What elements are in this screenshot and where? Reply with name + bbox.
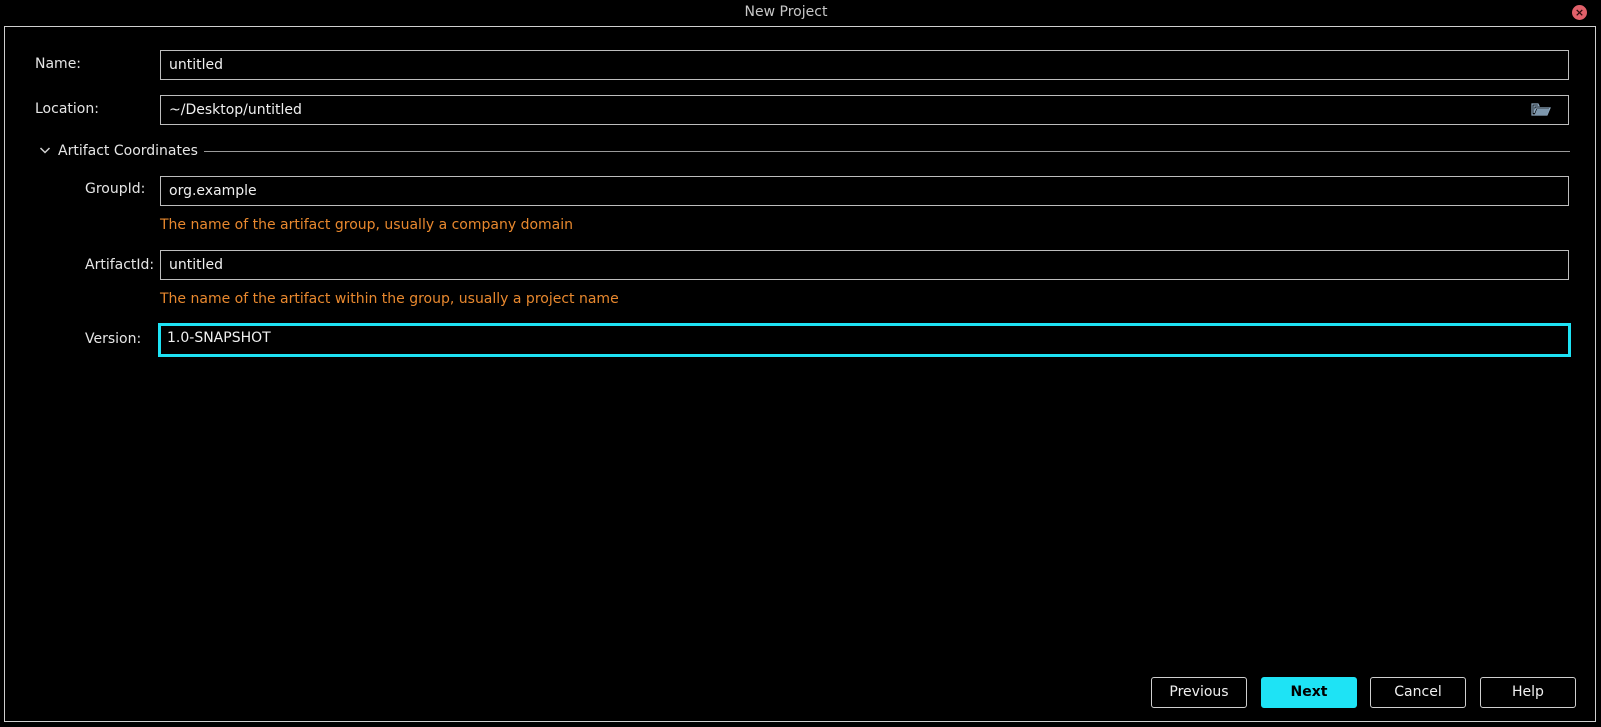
artifactid-input[interactable]: untitled xyxy=(160,250,1569,280)
artifact-coordinates-title[interactable]: Artifact Coordinates xyxy=(58,142,198,160)
help-button[interactable]: Help xyxy=(1480,677,1576,708)
version-label: Version: xyxy=(85,331,142,347)
close-window-button[interactable]: × xyxy=(1572,5,1587,20)
close-icon: × xyxy=(1574,6,1585,19)
title-bar: New Project × xyxy=(0,0,1601,26)
name-label: Name: xyxy=(35,56,82,72)
artifactid-label: ArtifactId: xyxy=(85,257,155,273)
groupid-label: GroupId: xyxy=(85,181,146,197)
folder-icon[interactable] xyxy=(1531,101,1551,117)
window-title: New Project xyxy=(744,4,828,20)
name-input[interactable]: untitled xyxy=(160,50,1569,80)
version-input[interactable]: 1.0-SNAPSHOT xyxy=(158,323,1571,357)
cancel-button[interactable]: Cancel xyxy=(1370,677,1466,708)
artifactid-hint: The name of the artifact within the grou… xyxy=(160,291,619,307)
next-button[interactable]: Next xyxy=(1261,677,1357,708)
chevron-down-icon[interactable] xyxy=(39,143,51,157)
groupid-input[interactable]: org.example xyxy=(160,176,1569,206)
previous-button[interactable]: Previous xyxy=(1151,677,1247,708)
location-label: Location: xyxy=(35,101,99,117)
section-divider xyxy=(204,151,1570,152)
groupid-hint: The name of the artifact group, usually … xyxy=(160,217,573,233)
new-project-dialog xyxy=(4,26,1596,722)
location-input[interactable]: ~/Desktop/untitled xyxy=(160,95,1569,125)
